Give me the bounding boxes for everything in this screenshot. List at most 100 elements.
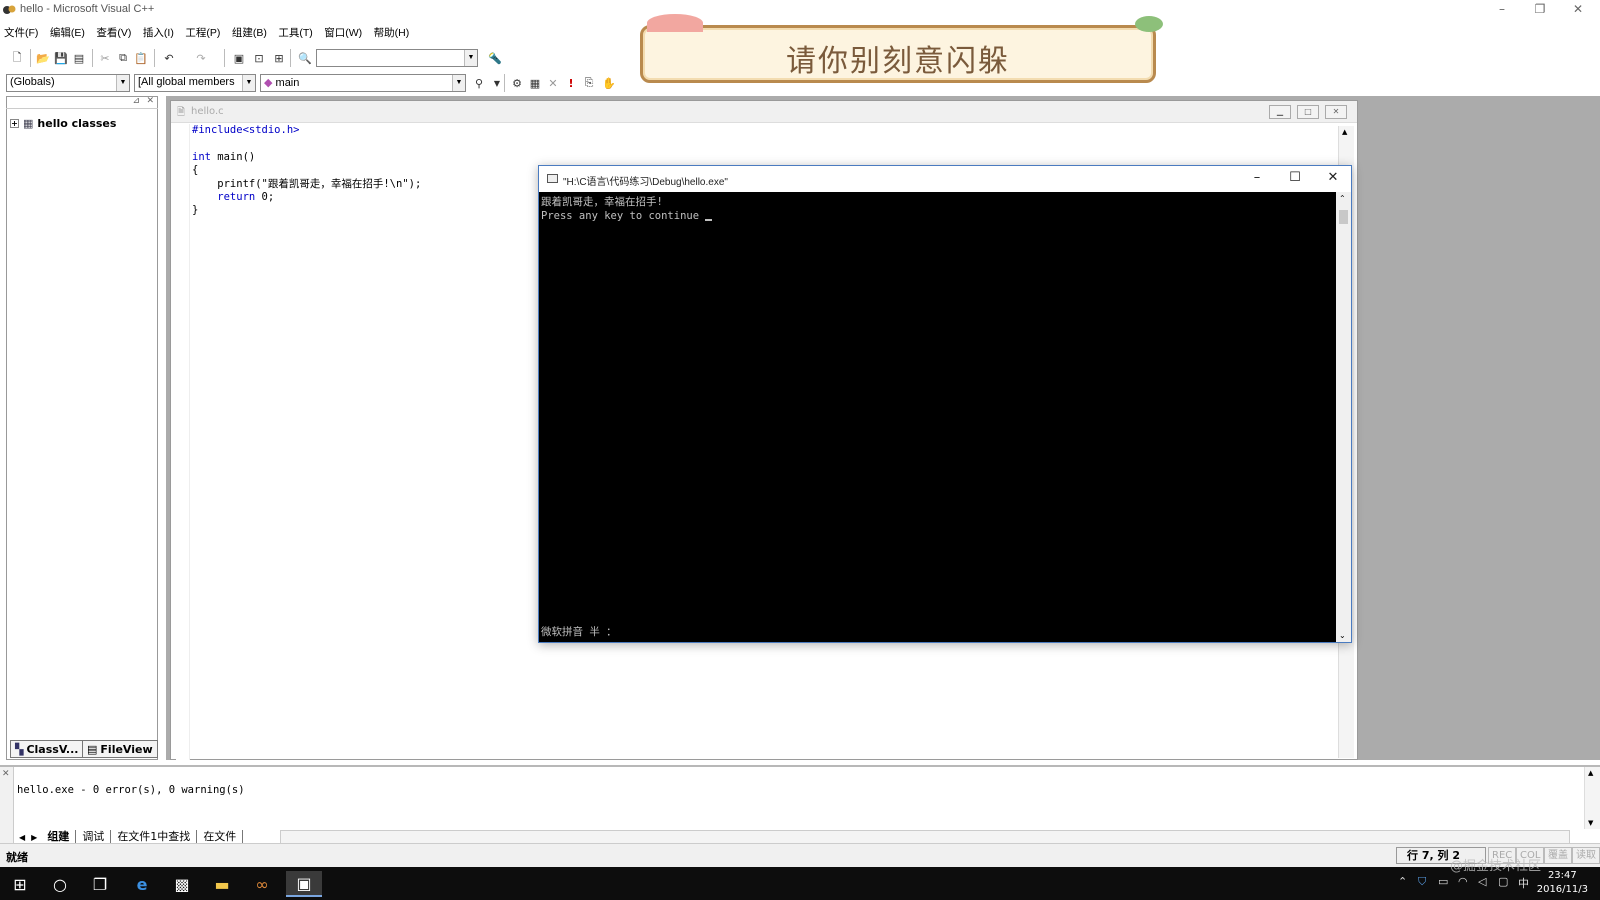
console-scrollbar[interactable]: ⌃ ⌄ <box>1336 192 1351 642</box>
tab-scroll-right-icon[interactable]: ▶ <box>27 833 41 842</box>
menu-file[interactable]: 文件(F) <box>0 22 42 43</box>
taskbar-clock[interactable]: 23:47 2016/11/3 <box>1537 869 1588 897</box>
new-file-icon[interactable]: 🗋 <box>8 49 26 67</box>
tab-scroll-left-icon[interactable]: ◀ <box>17 833 27 842</box>
search-icon[interactable]: ○ <box>42 871 78 897</box>
find-in-files-icon[interactable]: 🔍 <box>296 49 314 67</box>
menu-tools[interactable]: 工具(T) <box>274 22 316 43</box>
go-icon[interactable]: ⎘ <box>580 74 598 92</box>
toolbar-separator <box>92 49 93 67</box>
build-icon[interactable]: ▦ <box>526 74 544 92</box>
tab-find-in-files-2[interactable]: 在文件 <box>197 830 244 844</box>
tab-debug[interactable]: 调试 <box>76 830 112 844</box>
stop-build-icon[interactable]: ✕ <box>544 74 562 92</box>
tab-find-in-files-1[interactable]: 在文件1中查找 <box>111 830 198 844</box>
console-taskbar-icon[interactable]: ▣ <box>286 871 322 897</box>
console-title: "H:\C语言\代码练习\Debug\hello.exe" <box>563 177 728 188</box>
scroll-thumb[interactable] <box>1339 210 1348 224</box>
clock-date: 2016/11/3 <box>1536 884 1588 895</box>
scroll-up-icon[interactable]: ⌃ <box>1339 194 1346 203</box>
wizard-action-icon[interactable]: ⚲ <box>470 74 488 92</box>
editor-gutter <box>176 124 190 760</box>
menu-project[interactable]: 工程(P) <box>181 22 224 43</box>
menu-edit[interactable]: 编辑(E) <box>46 22 89 43</box>
editor-close-button[interactable]: ✕ <box>1325 105 1347 119</box>
tree-item-label: hello classes <box>37 117 117 130</box>
code-line-1: #include<stdio.h> <box>192 124 300 136</box>
workspace-toggle-icon[interactable]: ▣ <box>230 49 248 67</box>
scroll-down-icon[interactable]: ⌄ <box>1339 631 1346 640</box>
window-list-icon[interactable]: ⊞ <box>270 49 288 67</box>
chevron-down-icon[interactable]: ▼ <box>116 75 129 91</box>
scroll-down-icon[interactable]: ▼ <box>1588 819 1593 827</box>
code-keyword-int: int <box>192 150 211 163</box>
editor-maximize-button[interactable]: □ <box>1297 105 1319 119</box>
console-maximize-button[interactable]: ☐ <box>1281 170 1309 188</box>
close-button[interactable]: ✕ <box>1564 2 1592 16</box>
volume-icon[interactable]: ◁ <box>1478 875 1486 888</box>
open-folder-icon[interactable]: 📂 <box>34 49 52 67</box>
redo-icon[interactable]: ↷ <box>192 49 210 67</box>
copy-icon[interactable]: ⧉ <box>114 49 132 67</box>
scope-combo[interactable]: (Globals) ▼ <box>6 74 130 92</box>
windows-start-icon[interactable]: ⊞ <box>2 871 38 897</box>
network-icon[interactable]: ◠ <box>1458 875 1468 888</box>
paste-icon[interactable]: 📋 <box>132 49 150 67</box>
menu-build[interactable]: 组建(B) <box>228 22 271 43</box>
console-minimize-button[interactable]: – <box>1243 170 1271 188</box>
battery-icon[interactable]: ▭ <box>1438 875 1448 888</box>
output-vertical-scrollbar[interactable]: ▲ ▼ <box>1584 767 1600 829</box>
chevron-down-icon[interactable]: ▼ <box>464 50 477 66</box>
breakpoint-hand-icon[interactable]: ✋ <box>600 74 618 92</box>
chevron-down-icon[interactable]: ▼ <box>242 75 255 91</box>
save-icon[interactable]: 💾 <box>52 49 70 67</box>
editor-titlebar: 🗎 hello.c ▁ □ ✕ <box>171 101 1357 123</box>
tab-fileview[interactable]: ▤ FileView <box>82 740 158 758</box>
compile-icon[interactable]: ⚙ <box>508 74 526 92</box>
toolbar-separator <box>154 49 155 67</box>
console-close-button[interactable]: ✕ <box>1319 170 1347 188</box>
notification-icon[interactable]: ▢ <box>1498 875 1508 888</box>
scroll-up-icon[interactable]: ▲ <box>1588 769 1593 777</box>
menu-bar: 文件(F) 编辑(E) 查看(V) 插入(I) 工程(P) 组建(B) 工具(T… <box>0 22 640 42</box>
find-combo[interactable]: ▼ <box>316 49 478 67</box>
app-icon[interactable]: ▩ <box>164 871 200 897</box>
ime-indicator[interactable]: 中 <box>1518 875 1529 891</box>
source-code[interactable]: #include<stdio.h> int main() { printf("跟… <box>192 124 421 218</box>
save-all-icon[interactable]: ▤ <box>70 49 88 67</box>
scroll-up-icon[interactable]: ▲ <box>1342 128 1347 136</box>
find-icon[interactable]: 🔦 <box>486 49 504 67</box>
workspace-panel <box>6 96 158 760</box>
menu-help[interactable]: 帮助(H) <box>370 22 414 43</box>
edge-browser-icon[interactable]: e <box>124 871 160 897</box>
restore-button[interactable]: ❐ <box>1526 2 1554 16</box>
security-shield-icon[interactable]: ⛉ <box>1418 875 1426 889</box>
execute-icon[interactable]: ! <box>562 74 580 92</box>
chevron-down-icon[interactable]: ▼ <box>452 75 465 91</box>
file-explorer-icon[interactable]: ▬ <box>204 871 240 897</box>
cut-icon[interactable]: ✂ <box>96 49 114 67</box>
undo-icon[interactable]: ↶ <box>160 49 178 67</box>
tray-chevron-up-icon[interactable]: ⌃ <box>1398 875 1407 888</box>
watermark-text: @掘金技术社区 <box>1450 859 1542 874</box>
task-view-icon[interactable]: ❐ <box>82 871 118 897</box>
console-window[interactable]: "H:\C语言\代码练习\Debug\hello.exe" – ☐ ✕ 跟着凯哥… <box>538 165 1352 643</box>
menu-insert[interactable]: 插入(I) <box>139 22 178 43</box>
tab-classview[interactable]: ▚ ClassV... <box>10 740 84 758</box>
close-icon[interactable]: ✕ <box>146 96 154 106</box>
menu-view[interactable]: 查看(V) <box>92 22 135 43</box>
visual-cpp-icon[interactable]: ∞ <box>244 871 280 897</box>
function-combo[interactable]: ◆ main ▼ <box>260 74 466 92</box>
editor-minimize-button[interactable]: ▁ <box>1269 105 1291 119</box>
output-horizontal-scrollbar[interactable] <box>280 830 1570 844</box>
output-toggle-icon[interactable]: ⊡ <box>250 49 268 67</box>
dock-icon[interactable]: ⊿ <box>132 96 140 106</box>
close-icon[interactable]: ✕ <box>2 769 10 779</box>
tree-item-hello-classes[interactable]: + ▦ hello classes <box>10 117 116 130</box>
minimize-button[interactable]: – <box>1488 2 1516 16</box>
menu-window[interactable]: 窗口(W) <box>320 22 366 43</box>
expand-icon[interactable]: + <box>10 119 19 128</box>
tab-build[interactable]: 组建 <box>41 830 77 844</box>
output-dock-handle[interactable]: ✕ <box>0 767 14 845</box>
members-combo[interactable]: [All global members ▼ <box>134 74 256 92</box>
